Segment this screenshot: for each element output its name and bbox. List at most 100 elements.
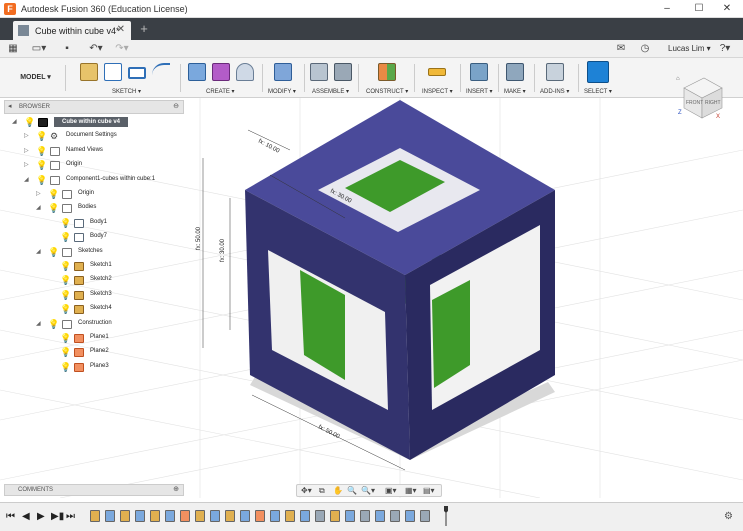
inspect-group-label[interactable]: INSPECT ▾ (422, 88, 453, 95)
timeline-feature-icon[interactable] (405, 510, 415, 522)
construct-group-label[interactable]: CONSTRUCT ▾ (366, 88, 408, 95)
visibility-bulb-icon[interactable]: 💡 (60, 333, 71, 343)
visibility-bulb-icon[interactable]: 💡 (48, 189, 59, 199)
assemble-group-label[interactable]: ASSEMBLE ▾ (312, 88, 349, 95)
redo-button[interactable]: ↷▾ (112, 42, 132, 56)
viewports-icon[interactable]: ▤▾ (423, 485, 435, 497)
timeline-feature-icon[interactable] (420, 510, 430, 522)
timeline-feature-icon[interactable] (195, 510, 205, 522)
make-group-label[interactable]: MAKE ▾ (504, 88, 526, 95)
view-cube[interactable]: FRONT RIGHT Z X ⌂ (676, 72, 726, 124)
minimize-button[interactable]: – (652, 0, 682, 18)
expand-twisty-icon[interactable]: ◢ (24, 176, 32, 184)
timeline-feature-icon[interactable] (375, 510, 385, 522)
zoom-icon[interactable]: 🔍 (347, 485, 357, 497)
arc-tool-icon[interactable] (152, 63, 170, 81)
rectangle-tool-icon[interactable] (128, 67, 146, 79)
revolve-icon[interactable] (236, 63, 254, 81)
timeline-feature-icon[interactable] (345, 510, 355, 522)
dimension-30-vertical[interactable]: fx: 30.00 (220, 238, 226, 262)
insert-image-icon[interactable] (470, 63, 488, 81)
3d-print-icon[interactable] (506, 63, 524, 81)
file-menu-button[interactable]: ▭▾ (30, 42, 48, 56)
close-tab-icon[interactable]: ✕ (117, 24, 125, 35)
expand-twisty-icon[interactable]: ◢ (12, 118, 20, 126)
expand-twisty-icon[interactable]: ▷ (24, 161, 32, 169)
visibility-bulb-icon[interactable]: 💡 (48, 319, 59, 329)
viewcube-front-label[interactable]: FRONT (686, 100, 703, 106)
timeline-next-button[interactable]: ▶▮ (51, 511, 64, 522)
expand-twisty-icon[interactable]: ▷ (24, 132, 32, 140)
scripts-addins-icon[interactable] (546, 63, 564, 81)
add-comment-icon[interactable]: ⊕ (173, 485, 179, 495)
fit-icon[interactable]: 🔍▾ (361, 485, 375, 497)
dimension-50-vertical[interactable]: fx: 50.00 (196, 226, 202, 250)
display-settings-icon[interactable]: ▣▾ (385, 485, 397, 497)
job-status-icon[interactable]: ◷ (638, 42, 652, 56)
visibility-bulb-icon[interactable]: 💡 (36, 131, 47, 141)
timeline-feature-icon[interactable] (210, 510, 220, 522)
expand-twisty-icon[interactable]: ◢ (36, 204, 44, 212)
dimension-30-top[interactable]: fx: 30.00 (329, 188, 353, 204)
timeline-marker[interactable] (444, 506, 448, 526)
create-group-label[interactable]: CREATE ▾ (206, 88, 235, 95)
workspace-switcher[interactable]: MODEL ▾ (6, 65, 66, 91)
sketch-group-label[interactable]: SKETCH ▾ (112, 88, 141, 95)
expand-twisty-icon[interactable] (48, 233, 56, 241)
timeline-feature-icon[interactable] (105, 510, 115, 522)
visibility-bulb-icon[interactable]: 💡 (36, 146, 47, 156)
comments-panel[interactable]: COMMENTS ⊕ (4, 484, 184, 496)
browser-options-icon[interactable]: ⊖ (173, 101, 179, 113)
expand-twisty-icon[interactable]: ▷ (24, 147, 32, 155)
visibility-bulb-icon[interactable]: 💡 (60, 362, 71, 372)
line-tool-icon[interactable] (104, 63, 122, 81)
timeline-first-button[interactable]: ⏮ (6, 511, 15, 522)
tab-cube-within-cube[interactable]: Cube within cube v4* ✕ (13, 21, 131, 40)
select-arrow-icon[interactable] (587, 61, 609, 83)
close-window-button[interactable]: ✕ (712, 0, 742, 18)
timeline-feature-icon[interactable] (150, 510, 160, 522)
visibility-bulb-icon[interactable]: 💡 (24, 117, 35, 127)
expand-twisty-icon[interactable] (48, 334, 56, 342)
dimension-50-bottom[interactable]: fx: 50.00 (317, 424, 341, 440)
timeline-feature-icon[interactable] (330, 510, 340, 522)
expand-twisty-icon[interactable] (48, 219, 56, 227)
addins-group-label[interactable]: ADD-INS ▾ (540, 88, 569, 95)
timeline-feature-icon[interactable] (135, 510, 145, 522)
expand-twisty-icon[interactable] (48, 363, 56, 371)
home-view-icon[interactable]: ⌂ (676, 76, 680, 82)
insert-group-label[interactable]: INSERT ▾ (466, 88, 492, 95)
visibility-bulb-icon[interactable]: 💡 (36, 160, 47, 170)
save-icon[interactable]: ▪ (60, 42, 74, 56)
form-icon[interactable] (212, 63, 230, 81)
browser-collapse-icon[interactable]: ◂ (8, 101, 12, 113)
expand-twisty-icon[interactable] (48, 291, 56, 299)
visibility-bulb-icon[interactable]: 💡 (60, 290, 71, 300)
expand-twisty-icon[interactable]: ◢ (36, 248, 44, 256)
new-tab-button[interactable]: + (137, 21, 151, 37)
expand-twisty-icon[interactable]: ◢ (36, 320, 44, 328)
user-account-menu[interactable]: Lucas Lim ▾ (668, 44, 711, 53)
timeline-feature-icon[interactable] (255, 510, 265, 522)
timeline-feature-icon[interactable] (165, 510, 175, 522)
modify-group-label[interactable]: MODIFY ▾ (268, 88, 296, 95)
timeline-play-button[interactable]: ▶ (37, 511, 45, 522)
timeline-feature-icon[interactable] (225, 510, 235, 522)
timeline-feature-icon[interactable] (315, 510, 325, 522)
extrude-icon[interactable] (188, 63, 206, 81)
offset-plane-icon[interactable] (378, 63, 396, 81)
timeline-feature-icon[interactable] (240, 510, 250, 522)
visibility-bulb-icon[interactable]: 💡 (36, 175, 47, 185)
press-pull-icon[interactable] (274, 63, 292, 81)
visibility-bulb-icon[interactable]: 💡 (60, 275, 71, 285)
timeline-feature-icon[interactable] (300, 510, 310, 522)
select-group-label[interactable]: SELECT ▾ (584, 88, 612, 95)
expand-twisty-icon[interactable] (48, 305, 56, 313)
timeline-feature-icon[interactable] (90, 510, 100, 522)
help-menu-button[interactable]: ?▾ (716, 42, 734, 56)
timeline-settings-icon[interactable]: ⚙ (724, 511, 733, 522)
orbit-icon[interactable]: ✥▾ (301, 485, 312, 497)
create-sketch-icon[interactable] (80, 63, 98, 81)
timeline-feature-icon[interactable] (390, 510, 400, 522)
viewcube-right-label[interactable]: RIGHT (705, 100, 721, 106)
